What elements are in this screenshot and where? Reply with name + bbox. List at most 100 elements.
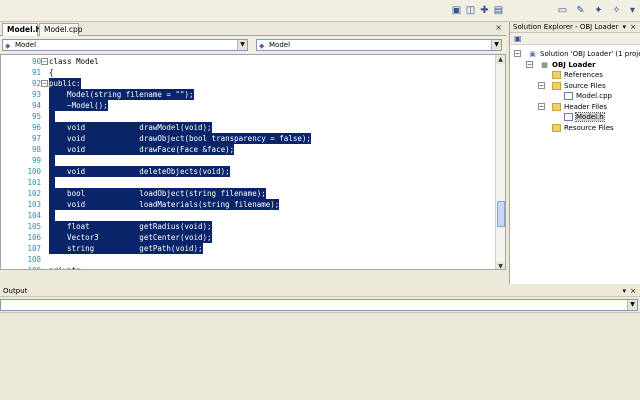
class-view-icon[interactable]: ✎ — [574, 4, 587, 17]
class-dropdown[interactable]: ◆ Model ▼ — [2, 39, 248, 51]
line-number: 103 — [27, 200, 41, 209]
window-icon[interactable]: ◫ — [464, 4, 477, 17]
object-browser-icon[interactable]: ▤ — [492, 4, 505, 17]
line-number: 96 — [31, 123, 41, 132]
chevron-down-icon[interactable]: ▼ — [237, 40, 247, 50]
code-text: public: — [49, 78, 81, 89]
close-icon[interactable]: × — [630, 286, 636, 297]
tree-item-label: Model.h — [575, 112, 605, 122]
code-line[interactable] — [49, 111, 55, 122]
collapse-icon[interactable]: − — [514, 50, 521, 57]
collapse-icon[interactable]: − — [538, 81, 545, 89]
code-line[interactable]: void deleteObjects(void); — [49, 166, 230, 177]
code-line[interactable]: { — [49, 67, 54, 78]
properties-icon[interactable]: ▣ — [450, 4, 463, 17]
line-number: 99 — [31, 156, 41, 165]
code-text: void drawFace(Face &face); — [49, 144, 235, 155]
line-number: 102 — [27, 189, 41, 198]
code-text: class Model — [49, 57, 99, 66]
tree-item-label: Header Files — [564, 102, 608, 111]
code-text: Vector3 getCenter(void); — [49, 232, 212, 243]
navigation-bar: ◆ Model ▼ ◆ Model ▼ — [0, 37, 506, 53]
scroll-thumb[interactable] — [497, 201, 505, 227]
code-line[interactable]: void drawFace(Face &face); — [49, 144, 235, 155]
debug-icon[interactable]: ✦ — [592, 4, 605, 17]
code-line[interactable]: bool loadObject(string filename); — [49, 188, 266, 199]
line-number: 92 — [31, 79, 41, 88]
toolbar: ▣ ◫ ✚ ▤ ▭ ✎ ✦ ✧ ▾ — [0, 0, 640, 22]
tree-item[interactable]: Model.h — [564, 112, 605, 122]
tab-label: Model.h — [7, 25, 41, 34]
code-line[interactable] — [49, 155, 55, 166]
line-number: 106 — [27, 233, 41, 242]
tree-item[interactable]: Header Files — [552, 102, 607, 112]
method-icon: ◆ — [259, 42, 265, 50]
tree-item-label: OBJ Loader — [552, 60, 596, 69]
chevron-down-icon[interactable]: ▼ — [627, 300, 637, 310]
tree-item[interactable]: ▣ Solution 'OBJ Loader' (1 project) — [528, 49, 640, 59]
tree-item-label: Model.cpp — [576, 92, 612, 100]
output-text-area[interactable] — [0, 312, 640, 400]
pin-icon[interactable]: ▾ — [622, 22, 626, 33]
code-line[interactable] — [49, 210, 55, 221]
collapse-icon[interactable]: − — [526, 60, 533, 68]
code-line[interactable]: string getPath(void); — [49, 243, 203, 254]
folder-icon — [552, 123, 561, 132]
tree-item[interactable]: Source Files — [552, 81, 606, 91]
collapse-icon[interactable]: − — [538, 102, 545, 110]
line-number: 97 — [31, 134, 41, 143]
tree-item[interactable]: References — [552, 70, 603, 80]
code-text: float getRadius(void); — [49, 221, 212, 232]
tab-model-h[interactable]: Model.h — [2, 23, 41, 36]
code-text — [49, 111, 55, 122]
properties-icon[interactable]: ▣ — [514, 34, 522, 43]
code-line[interactable]: public: — [49, 78, 81, 89]
scroll-down-icon[interactable]: ▼ — [496, 262, 505, 269]
tab-model-cpp[interactable]: Model.cpp — [39, 23, 83, 36]
code-text: private: — [49, 266, 85, 269]
toolbox-icon[interactable]: ✚ — [478, 4, 491, 17]
code-line[interactable]: Vector3 getCenter(void); — [49, 232, 212, 243]
vertical-scrollbar[interactable]: ▲ ▼ — [495, 55, 505, 269]
code-line[interactable]: ~Model(); — [49, 100, 108, 111]
tree-item[interactable]: Model.cpp — [564, 91, 612, 101]
code-line[interactable]: void loadMaterials(string filename); — [49, 199, 280, 210]
collapse-icon[interactable]: − — [41, 80, 48, 87]
line-number: 91 — [31, 68, 41, 77]
code-line[interactable]: class Model — [49, 56, 99, 67]
scroll-up-icon[interactable]: ▲ — [496, 55, 505, 64]
build-icon[interactable]: ✧ — [610, 4, 623, 17]
line-number: 95 — [31, 112, 41, 121]
output-panel: Output ▾ × ▼ — [0, 286, 640, 400]
member-dropdown[interactable]: ◆ Model ▼ — [256, 39, 502, 51]
tab-label: Model.cpp — [44, 25, 83, 34]
chevron-down-icon[interactable]: ▾ — [626, 4, 639, 17]
code-line[interactable] — [49, 177, 55, 188]
file-icon — [564, 92, 573, 100]
line-number: 107 — [27, 244, 41, 253]
tree-item[interactable]: Resource Files — [552, 123, 614, 133]
line-number: 100 — [27, 167, 41, 176]
code-line[interactable]: float getRadius(void); — [49, 221, 212, 232]
tree-item-label: Solution 'OBJ Loader' (1 project) — [540, 50, 640, 58]
tree-item[interactable]: ▦ OBJ Loader — [540, 60, 596, 70]
code-text — [49, 210, 55, 221]
code-text: void drawModel(void); — [49, 122, 212, 133]
code-line[interactable]: void drawModel(void); — [49, 122, 212, 133]
code-line[interactable]: private: — [49, 265, 85, 269]
output-source-dropdown[interactable]: ▼ — [0, 299, 638, 311]
close-icon[interactable]: × — [630, 22, 636, 33]
code-line[interactable]: void drawObject(bool transparency = fals… — [49, 133, 311, 144]
close-icon[interactable]: × — [495, 23, 502, 32]
chevron-down-icon[interactable]: ▼ — [491, 40, 501, 50]
folder-icon — [552, 71, 561, 79]
code-text: bool loadObject(string filename); — [49, 188, 266, 199]
code-text: void loadMaterials(string filename); — [49, 199, 280, 210]
output-title-bar: Output ▾ × — [0, 286, 640, 297]
code-editor[interactable]: 90−91 92−93 94 95 96 97 98 99 100 101 102 103 104 105… — [0, 54, 506, 270]
code-line[interactable]: Model(string filename = ""); — [49, 89, 194, 100]
line-number: 93 — [31, 90, 41, 99]
start-page-icon[interactable]: ▭ — [556, 4, 569, 17]
collapse-icon[interactable]: − — [41, 58, 48, 65]
pin-icon[interactable]: ▾ — [622, 286, 626, 297]
